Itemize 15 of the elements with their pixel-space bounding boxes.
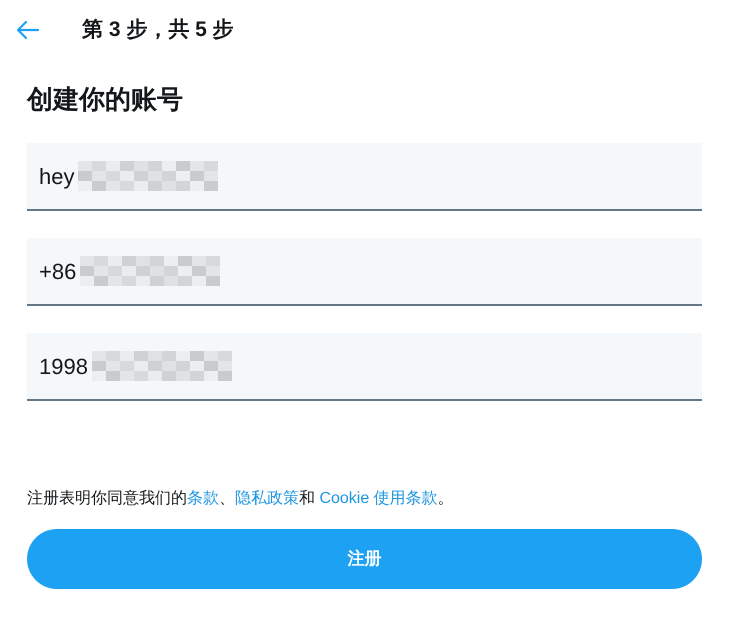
field-value: 1998 xyxy=(39,352,88,380)
input-field[interactable]: hey xyxy=(27,143,702,211)
terms-link[interactable]: 隐私政策 xyxy=(235,490,299,507)
back-arrow-icon xyxy=(17,21,39,39)
back-button[interactable] xyxy=(16,18,40,42)
input-field[interactable]: 1998 xyxy=(27,333,702,401)
page-heading: 创建你的账号 xyxy=(27,83,184,116)
terms-text: 注册表明你同意我们的条款、隐私政策和 Cookie 使用条款。 xyxy=(27,488,455,509)
field-value: +86 xyxy=(39,258,76,286)
input-field[interactable]: +86 xyxy=(27,238,702,306)
terms-link[interactable]: 条款 xyxy=(187,490,219,507)
signup-button[interactable]: 注册 xyxy=(27,529,702,589)
field-value: hey xyxy=(39,162,74,191)
terms-link[interactable]: Cookie 使用条款 xyxy=(319,490,438,507)
step-indicator: 第 3 步，共 5 步 xyxy=(82,17,234,44)
